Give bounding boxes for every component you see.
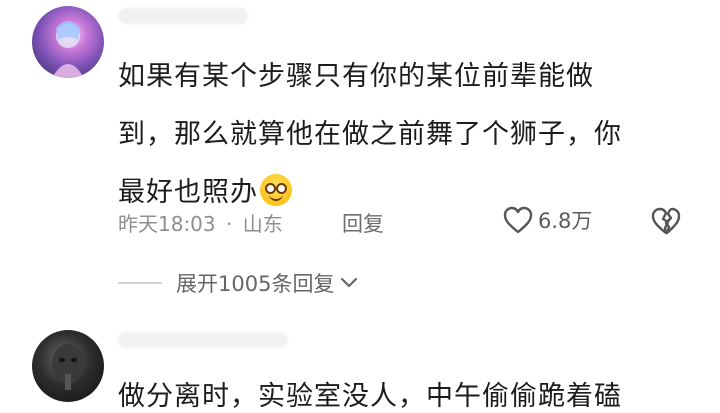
comment-text: 做分离时，实验室没人，中午偷偷跪着磕 (118, 381, 622, 412)
username-placeholder[interactable] (118, 332, 288, 348)
comment-meta: 昨天18:03 · 山东 (118, 208, 287, 237)
reply-button[interactable]: 回复 (342, 208, 384, 238)
broken-heart-icon (651, 207, 681, 235)
avatar[interactable] (32, 330, 104, 402)
expand-replies-label: 展开1005条回复 (176, 272, 335, 296)
like-button[interactable]: 6.8万 (502, 205, 592, 235)
comment-line: 到，那么就算他在做之前舞了个狮子，你 (118, 119, 622, 150)
comment-text: 如果有某个步骤只有你的某位前辈能做 到，那么就算他在做之前舞了个狮子，你 最好也… (118, 48, 678, 222)
chevron-down-icon (341, 277, 358, 288)
username-placeholder[interactable] (118, 8, 248, 24)
dislike-button[interactable] (650, 206, 682, 240)
divider-line (118, 282, 162, 284)
meta-separator: · (226, 212, 233, 236)
like-count: 6.8万 (538, 209, 593, 233)
avatar[interactable] (32, 6, 104, 78)
expand-replies-button[interactable]: 展开1005条回复 (118, 268, 358, 298)
comment-line: 如果有某个步骤只有你的某位前辈能做 (118, 61, 594, 92)
comment-line-text: 最好也照办 (118, 177, 258, 208)
grinning-face-emoji-icon (260, 174, 292, 206)
comment-time: 昨天18:03 (118, 212, 216, 236)
comment-location: 山东 (242, 212, 283, 236)
heart-icon (503, 206, 533, 234)
